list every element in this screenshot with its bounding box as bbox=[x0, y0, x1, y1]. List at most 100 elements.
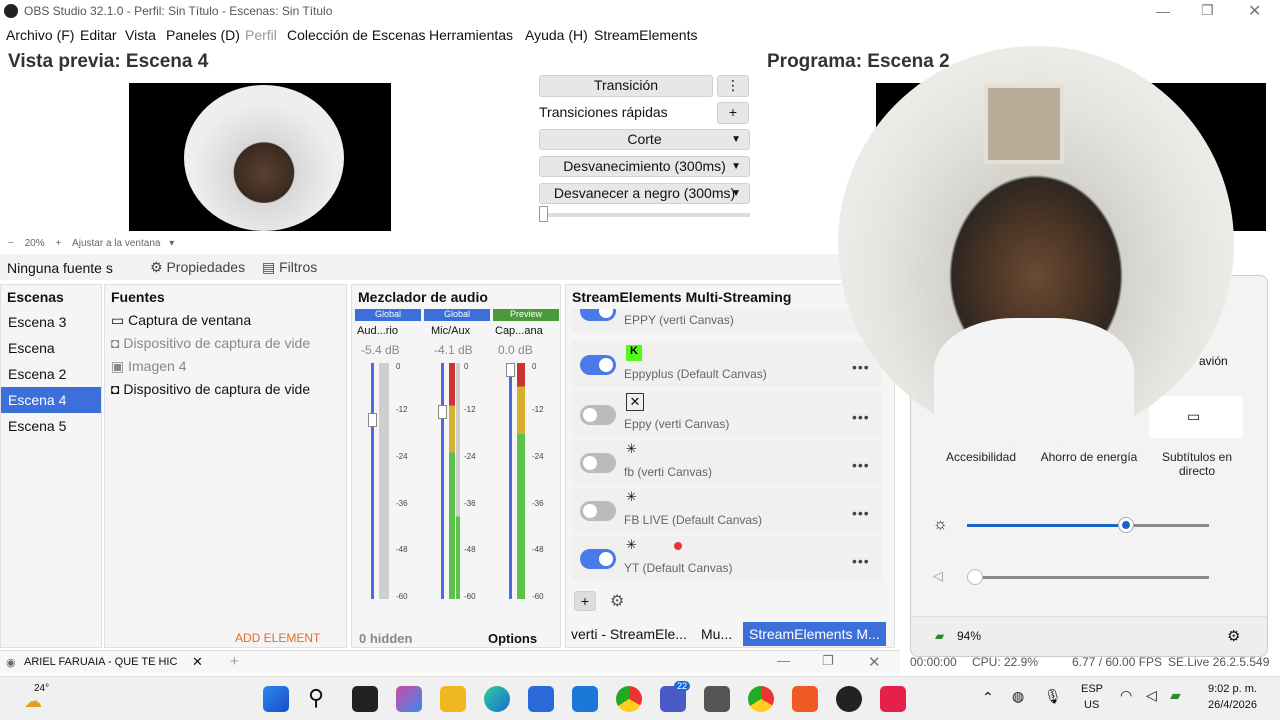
close-icon[interactable]: ✕ bbox=[868, 653, 881, 671]
file-explorer-icon[interactable] bbox=[440, 686, 466, 712]
volume-slider-track[interactable] bbox=[371, 363, 374, 599]
scene-item[interactable]: Escena 2 bbox=[1, 361, 101, 387]
source-item[interactable]: ◘ Dispositivo de captura de vide bbox=[105, 332, 346, 355]
clock-date[interactable]: 26/4/2026 bbox=[1208, 699, 1257, 711]
store-icon[interactable] bbox=[528, 686, 554, 712]
source-item[interactable]: ▭ Captura de ventana bbox=[105, 309, 346, 332]
brave-icon[interactable] bbox=[792, 686, 818, 712]
more-icon[interactable]: ••• bbox=[852, 359, 870, 375]
close-tab-icon[interactable]: ✕ bbox=[192, 654, 203, 670]
menu-paneles[interactable]: Paneles (D) bbox=[166, 27, 240, 43]
menu-ayuda[interactable]: Ayuda (H) bbox=[525, 27, 588, 43]
clock-time[interactable]: 9:02 p. m. bbox=[1208, 683, 1257, 695]
tab-mu[interactable]: Mu... bbox=[701, 626, 732, 642]
chrome-icon[interactable] bbox=[748, 686, 774, 712]
chevron-up-icon[interactable]: ⌃ bbox=[982, 689, 994, 706]
filters-button[interactable]: ▤ Filtros bbox=[262, 259, 317, 276]
source-item[interactable]: ▣ Imagen 4 bbox=[105, 355, 346, 378]
maximize-icon[interactable]: ❐ bbox=[1201, 2, 1214, 19]
volume-slider-handle[interactable] bbox=[967, 569, 983, 585]
menu-archivo[interactable]: Archivo (F) bbox=[6, 27, 74, 43]
menu-perfil[interactable]: Perfil bbox=[245, 27, 277, 43]
maximize-icon[interactable]: ❐ bbox=[822, 653, 834, 669]
weather-icon[interactable]: ☁ bbox=[24, 691, 42, 712]
stream-toggle[interactable] bbox=[580, 405, 616, 425]
scene-item[interactable]: Escena 5 bbox=[1, 413, 101, 439]
scene-item-selected[interactable]: Escena 4 bbox=[1, 387, 101, 413]
fade-black-select[interactable]: Desvanecer a negro (300ms) ▼ bbox=[539, 183, 750, 204]
menu-editar[interactable]: Editar bbox=[80, 27, 117, 43]
more-icon[interactable]: ••• bbox=[852, 553, 870, 569]
options-button[interactable]: Options bbox=[488, 631, 537, 646]
minimize-icon[interactable]: — bbox=[1156, 3, 1170, 19]
stream-toggle[interactable] bbox=[580, 453, 616, 473]
preview-canvas[interactable] bbox=[129, 83, 391, 231]
preview-zoom-bar: − 20% + Ajustar a la ventana ▾ bbox=[8, 238, 174, 249]
status-fps: 6.77 / 60.00 FPS bbox=[1072, 655, 1163, 669]
stream-toggle[interactable] bbox=[580, 549, 616, 569]
stream-toggle[interactable] bbox=[580, 501, 616, 521]
volume-slider-handle[interactable] bbox=[506, 363, 515, 377]
volume-slider-track[interactable] bbox=[967, 576, 1209, 579]
menu-herramientas[interactable]: Herramientas bbox=[429, 27, 513, 43]
chrome-icon[interactable] bbox=[616, 686, 642, 712]
scene-item[interactable]: Escena 3 bbox=[1, 309, 101, 335]
battery-icon[interactable]: ▰ bbox=[1170, 687, 1181, 704]
edge-icon[interactable] bbox=[484, 686, 510, 712]
volume-icon[interactable]: ◁ bbox=[1146, 687, 1157, 704]
menu-coleccion[interactable]: Colección de Escenas bbox=[287, 27, 426, 43]
menu-streamelements[interactable]: StreamElements bbox=[594, 27, 697, 43]
outlook-icon[interactable] bbox=[572, 686, 598, 712]
fit-label[interactable]: Ajustar a la ventana bbox=[72, 238, 160, 249]
cut-select[interactable]: Corte ▼ bbox=[539, 129, 750, 150]
volume-slider-track[interactable] bbox=[441, 363, 444, 599]
brightness-slider-track[interactable] bbox=[967, 524, 1209, 527]
tab-verti[interactable]: verti - StreamEle... bbox=[571, 626, 687, 642]
more-icon[interactable]: ••• bbox=[852, 409, 870, 425]
tiktok-icon[interactable] bbox=[880, 686, 906, 712]
search-icon[interactable]: ⚲ bbox=[308, 685, 324, 711]
camera-icon[interactable] bbox=[704, 686, 730, 712]
browser-tab-strip: ◉ ARIEL FARUAIA - QUE TE HIC ✕ + — ❐ ✕ bbox=[0, 650, 900, 674]
transition-menu-button[interactable]: ⋮ bbox=[717, 75, 749, 97]
stream-toggle[interactable] bbox=[580, 309, 616, 321]
captions-tile[interactable]: ▭ bbox=[1149, 396, 1243, 438]
scene-item[interactable]: Escena bbox=[1, 335, 101, 361]
stream-toggle[interactable] bbox=[580, 355, 616, 375]
gear-icon[interactable]: ⚙ bbox=[1227, 627, 1240, 645]
start-icon[interactable] bbox=[263, 686, 289, 712]
zoom-in-button[interactable]: + bbox=[55, 238, 61, 249]
task-view-icon[interactable] bbox=[352, 686, 378, 712]
source-item[interactable]: ◘ Dispositivo de captura de vide bbox=[105, 378, 346, 401]
minimize-icon[interactable]: — bbox=[777, 653, 790, 668]
volume-slider-track[interactable] bbox=[509, 363, 512, 599]
language[interactable]: ESP bbox=[1081, 683, 1103, 695]
chevron-down-icon[interactable]: ▾ bbox=[169, 238, 174, 249]
stream-row: ✕ Eppy (verti Canvas) ••• bbox=[572, 391, 882, 437]
menu-vista[interactable]: Vista bbox=[125, 27, 156, 43]
browser-tab-title[interactable]: ARIEL FARUAIA - QUE TE HIC bbox=[24, 656, 184, 668]
add-transition-button[interactable]: + bbox=[717, 102, 749, 124]
more-icon[interactable]: ••• bbox=[852, 505, 870, 521]
volume-slider-handle[interactable] bbox=[368, 413, 377, 427]
zoom-out-button[interactable]: − bbox=[8, 238, 14, 249]
tab-streamelements[interactable]: StreamElements M... bbox=[743, 622, 886, 646]
wifi-icon[interactable]: ◠ bbox=[1120, 687, 1132, 704]
gear-icon[interactable]: ⚙ bbox=[610, 591, 624, 611]
transition-button[interactable]: Transición bbox=[539, 75, 713, 97]
volume-slider-handle[interactable] bbox=[438, 405, 447, 419]
fade-select[interactable]: Desvanecimiento (300ms) ▼ bbox=[539, 156, 750, 177]
close-icon[interactable]: ✕ bbox=[1248, 1, 1261, 21]
new-tab-icon[interactable]: + bbox=[230, 653, 239, 670]
mic-icon[interactable]: 🎙 bbox=[1044, 688, 1062, 705]
network-icon[interactable]: ◍ bbox=[1012, 688, 1024, 705]
more-icon[interactable]: ••• bbox=[852, 457, 870, 473]
office-icon[interactable] bbox=[396, 686, 422, 712]
transition-slider-handle[interactable] bbox=[539, 206, 548, 222]
add-element-button[interactable]: ADD ELEMENT bbox=[235, 631, 320, 645]
brightness-slider-handle[interactable] bbox=[1119, 518, 1133, 532]
transition-slider-track[interactable] bbox=[540, 213, 750, 217]
properties-button[interactable]: ⚙ Propiedades bbox=[150, 259, 245, 276]
add-stream-button[interactable]: + bbox=[574, 591, 596, 611]
obs-icon[interactable] bbox=[836, 686, 862, 712]
